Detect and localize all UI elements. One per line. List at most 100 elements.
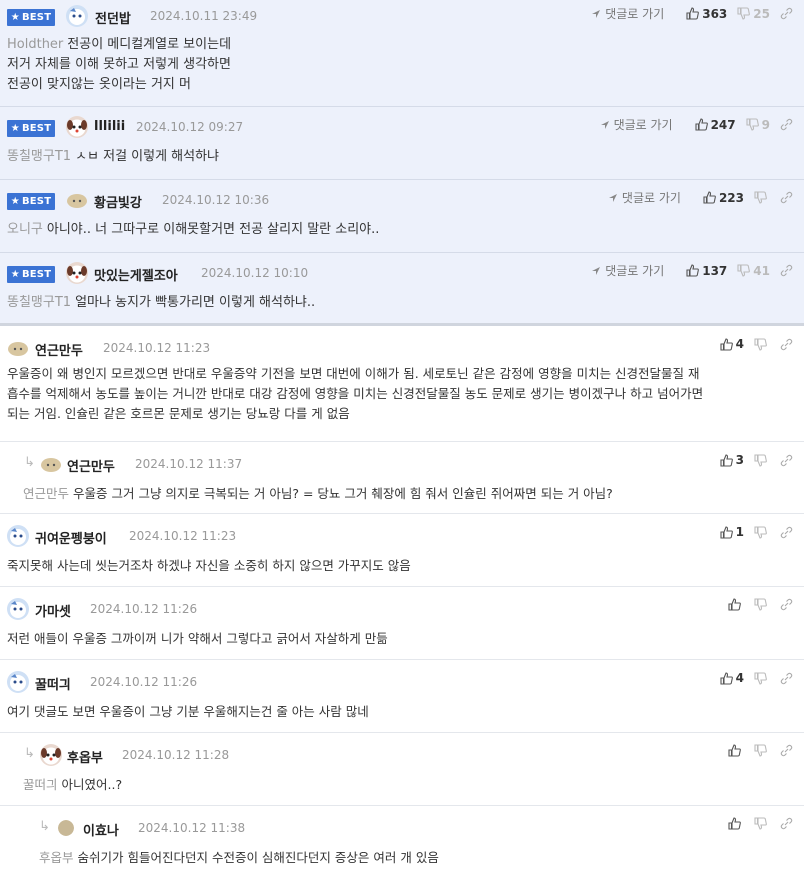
share-button[interactable] (780, 526, 796, 539)
upvote-button[interactable]: 4 (720, 337, 744, 351)
avatar[interactable] (66, 5, 88, 27)
mention[interactable]: 오니구 (7, 222, 43, 237)
downvote-button[interactable] (754, 817, 770, 830)
thumbs-down-icon (754, 744, 767, 757)
upvote-button[interactable] (728, 598, 744, 611)
thumbs-down-icon (754, 671, 767, 685)
upvote-button[interactable]: 223 (703, 191, 744, 205)
goto-reply-link[interactable]: 댓글로 가기 (608, 189, 681, 206)
comment-body: 저런 애들이 우울증 그까이꺼 니가 약해서 그렇다고 긁어서 자살하게 만듦 (7, 631, 388, 646)
comment-author[interactable]: 귀여운펭붕이 (35, 528, 107, 547)
comment-author[interactable]: 가마셋 (35, 601, 71, 620)
share-button[interactable] (780, 264, 796, 277)
comment-date: 2024.10.12 11:38 (138, 821, 246, 835)
link-icon (780, 817, 793, 830)
upvote-button[interactable]: 4 (720, 671, 744, 685)
downvote-button[interactable] (754, 671, 770, 685)
comment-author[interactable]: 연근만두 (35, 340, 83, 359)
arrow-icon (592, 266, 601, 275)
best-badge: ★ BEST (7, 266, 55, 283)
downvote-button[interactable]: 25 (737, 7, 770, 21)
mention[interactable]: Holdther (7, 37, 63, 52)
star-icon: ★ (10, 123, 20, 134)
best-comment: ★ BEST 황금빛강 2024.10.12 10:36 댓글로 가기 223 오… (0, 180, 804, 253)
thumbs-up-icon (720, 337, 733, 351)
upvote-button[interactable]: 1 (720, 525, 744, 539)
star-icon: ★ (10, 12, 20, 23)
comment-date: 2024.10.12 11:28 (122, 748, 230, 762)
upvote-button[interactable]: 3 (720, 453, 744, 467)
best-badge: ★ BEST (7, 193, 55, 210)
downvote-button[interactable] (754, 525, 770, 539)
mention[interactable]: 후옵부 (39, 850, 74, 865)
share-button[interactable] (780, 744, 796, 757)
mention[interactable]: 똥칠맹구T1 (7, 295, 71, 310)
comment-body: 후옵부 숨쉬기가 힘들어진다던지 수전증이 심해진다던지 증상은 여러 개 있음 (39, 850, 439, 865)
comment-date: 2024.10.12 10:10 (201, 266, 309, 280)
best-comment: ★ BEST 전던밥 2024.10.11 23:49 댓글로 가기 363 25… (0, 0, 804, 107)
thumbs-up-icon (695, 118, 708, 131)
comment-author[interactable]: 연근만두 (67, 456, 115, 475)
thumbs-down-icon (754, 337, 767, 351)
reply-comment: ↳ 후옵부 2024.10.12 11:28 꿀떠긔 아니였어..? (0, 733, 804, 806)
downvote-button[interactable] (754, 337, 770, 351)
avatar[interactable] (7, 525, 29, 547)
thumbs-up-icon (720, 525, 733, 539)
share-button[interactable] (780, 598, 796, 611)
goto-reply-link[interactable]: 댓글로 가기 (591, 5, 664, 22)
comment-author[interactable]: 황금빛강 (94, 192, 142, 211)
downvote-button[interactable] (754, 744, 770, 757)
goto-reply-link[interactable]: 댓글로 가기 (600, 116, 673, 133)
avatar[interactable] (7, 671, 29, 693)
best-badge: ★ BEST (7, 120, 55, 137)
share-button[interactable] (780, 191, 796, 204)
comment-author[interactable]: 꿀떠긔 (35, 674, 71, 693)
share-button[interactable] (780, 338, 796, 351)
avatar[interactable] (40, 453, 62, 475)
avatar[interactable] (7, 337, 29, 359)
mention[interactable]: 꿀떠긔 (23, 777, 58, 792)
avatar[interactable] (66, 189, 88, 211)
avatar[interactable] (66, 262, 88, 284)
avatar[interactable] (66, 116, 88, 138)
reply-arrow-icon: ↳ (24, 746, 35, 761)
link-icon (780, 744, 793, 757)
comment-actions: 댓글로 가기 247 9 (600, 116, 796, 133)
comment-author[interactable]: lllilii (94, 119, 125, 134)
downvote-button[interactable] (754, 598, 770, 611)
thumbs-down-icon (737, 7, 751, 20)
downvote-button[interactable] (754, 191, 770, 204)
comment-body: 연근만두 우울증 그거 그냥 의지로 극복되는 거 아님? = 당뇨 그거 췌장에… (23, 486, 613, 501)
goto-reply-link[interactable]: 댓글로 가기 (591, 262, 664, 279)
comment: 꿀떠긔 2024.10.12 11:26 4 여기 댓글도 보면 우울증이 그냥… (0, 660, 804, 733)
upvote-button[interactable] (728, 744, 744, 757)
upvote-button[interactable]: 247 (695, 118, 736, 132)
downvote-button[interactable]: 41 (737, 264, 770, 278)
reply-arrow-icon: ↳ (39, 819, 50, 834)
avatar[interactable] (7, 598, 29, 620)
comment-author[interactable]: 후옵부 (67, 747, 103, 766)
avatar[interactable] (58, 820, 74, 836)
comment-body: 오니구 아니야.. 너 그따구로 이해못할거면 전공 살리지 말란 소리야.. (7, 222, 380, 237)
thumbs-down-icon (737, 264, 751, 277)
avatar[interactable] (40, 744, 62, 766)
share-button[interactable] (780, 817, 796, 830)
downvote-button[interactable] (754, 453, 770, 467)
comment-author[interactable]: 전던밥 (95, 8, 131, 27)
comment-date: 2024.10.12 11:26 (90, 602, 198, 616)
mention[interactable]: 똥칠맹구T1 (7, 149, 71, 164)
comment-date: 2024.10.12 09:27 (136, 120, 244, 134)
comment-author[interactable]: 이효나 (83, 820, 119, 839)
upvote-button[interactable]: 363 (686, 7, 727, 21)
share-button[interactable] (780, 118, 796, 131)
comment-actions (718, 744, 796, 757)
share-button[interactable] (780, 672, 796, 685)
downvote-button[interactable]: 9 (746, 118, 770, 132)
upvote-button[interactable] (728, 817, 744, 830)
share-button[interactable] (780, 7, 796, 20)
comment-author[interactable]: 맛있는게젤조아 (94, 265, 178, 284)
comment-body: 여기 댓글도 보면 우울증이 그냥 기분 우울해지는건 줄 아는 사람 많네 (7, 704, 369, 719)
mention[interactable]: 연근만두 (23, 486, 69, 501)
upvote-button[interactable]: 137 (686, 264, 727, 278)
share-button[interactable] (780, 454, 796, 467)
